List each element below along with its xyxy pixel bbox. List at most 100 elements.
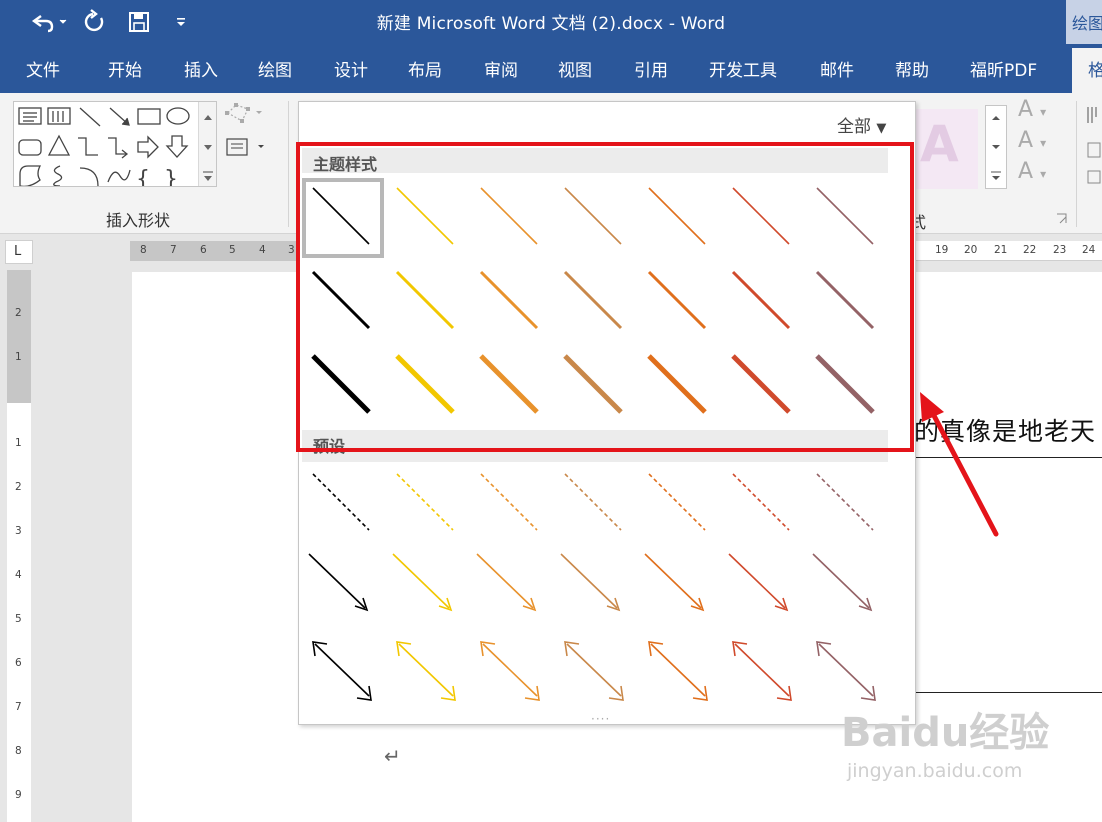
ruler-number: 8 xyxy=(15,745,22,757)
preset-line-style[interactable] xyxy=(727,468,797,538)
preset-line-style[interactable] xyxy=(307,468,377,538)
brace-right-icon: } xyxy=(164,167,178,186)
scroll-arrows-icon xyxy=(991,116,1001,180)
horizontal-ruler-margin xyxy=(130,241,300,261)
ruler-number: 3 xyxy=(15,525,22,537)
preset-line-style[interactable] xyxy=(391,468,461,538)
shapes-gallery-scrollbar[interactable] xyxy=(198,102,216,186)
ruler-number: 20 xyxy=(964,244,978,256)
ruler-number: 23 xyxy=(1053,244,1067,256)
ruler-number: 7 xyxy=(170,244,177,256)
ruler-number: 24 xyxy=(1082,244,1096,256)
ruler-number: 4 xyxy=(15,569,22,581)
group-separator xyxy=(1076,101,1077,227)
down-arrow-shape-icon xyxy=(165,135,189,158)
ruler-number: 1 xyxy=(15,437,22,449)
preset-line-style[interactable] xyxy=(643,468,713,538)
vertical-textbox-shape-icon xyxy=(47,107,71,125)
tab-review[interactable]: 审阅 xyxy=(484,56,518,81)
preset-line-style[interactable] xyxy=(811,638,881,702)
ruler-number: 19 xyxy=(935,244,949,256)
tab-foxit-pdf[interactable]: 福昕PDF xyxy=(970,56,1037,81)
brace-left-icon: { xyxy=(136,167,150,186)
scribble-shape-icon xyxy=(53,165,63,186)
tab-developer[interactable]: 开发工具 xyxy=(709,56,777,81)
vertical-ruler-margin xyxy=(7,270,31,403)
tab-layout[interactable]: 布局 xyxy=(408,56,442,81)
preset-line-style[interactable] xyxy=(559,468,629,538)
tab-file[interactable]: 文件 xyxy=(26,56,60,81)
insert-shapes-group-label: 插入形状 xyxy=(106,211,171,230)
text-fill-button[interactable]: A ▾ xyxy=(1018,97,1046,122)
ruler-number: 9 xyxy=(15,789,22,801)
text-outline-button[interactable]: A ▾ xyxy=(1018,128,1046,153)
wordart-gallery-scrollbar[interactable] xyxy=(985,105,1007,189)
dialog-launcher-icon[interactable] xyxy=(1056,213,1068,225)
preset-line-style[interactable] xyxy=(475,468,545,538)
tab-view[interactable]: 视图 xyxy=(558,56,592,81)
textbox-icon xyxy=(226,138,248,156)
ruler-number: 1 xyxy=(15,351,22,363)
arc-shape-icon xyxy=(79,167,99,186)
preset-line-style[interactable] xyxy=(727,548,797,618)
wordart-preview[interactable]: A xyxy=(916,109,978,189)
ruler-number: 21 xyxy=(994,244,1008,256)
paragraph-mark: ↵ xyxy=(384,744,401,768)
tab-help[interactable]: 帮助 xyxy=(895,56,929,81)
preset-line-style[interactable] xyxy=(559,548,629,618)
text-effects-button[interactable]: A ▾ xyxy=(1018,159,1046,184)
ruler-number: 22 xyxy=(1023,244,1037,256)
watermark-logo: Baidu经验 xyxy=(841,710,1050,756)
horizontal-line-shape[interactable] xyxy=(914,692,1102,693)
annotation-arrow xyxy=(920,392,999,537)
shapes-gallery[interactable]: { } xyxy=(13,101,217,187)
line-shape-icon xyxy=(79,107,101,127)
tab-design[interactable]: 设计 xyxy=(334,56,368,81)
text-direction-icon[interactable] xyxy=(1086,103,1102,189)
preset-line-style[interactable] xyxy=(391,548,461,618)
ruler-number: 4 xyxy=(259,244,266,256)
preset-line-style[interactable] xyxy=(307,548,377,618)
preset-line-style[interactable] xyxy=(811,468,881,538)
preset-line-style[interactable] xyxy=(643,638,713,702)
preset-line-style[interactable] xyxy=(475,548,545,618)
tab-references[interactable]: 引用 xyxy=(634,56,668,81)
gallery-resize-grip[interactable]: ···· xyxy=(591,712,610,726)
ruler-number: 3 xyxy=(288,244,295,256)
highlight-box xyxy=(296,142,914,452)
drawing-tools-context-label: 绘图 xyxy=(1066,0,1102,44)
preset-line-style[interactable] xyxy=(307,638,377,702)
tab-draw[interactable]: 绘图 xyxy=(258,56,292,81)
tab-mailings[interactable]: 邮件 xyxy=(820,56,854,81)
rounded-rect-shape-icon xyxy=(18,139,42,156)
preset-line-style[interactable] xyxy=(559,638,629,702)
baidu-watermark: Baidu经验 jingyan.baidu.com xyxy=(841,700,1049,782)
preset-line-style[interactable] xyxy=(643,548,713,618)
tab-selector[interactable]: L xyxy=(5,240,33,264)
ribbon-tab-bar: 文件 开始 插入 绘图 设计 布局 审阅 视图 引用 开发工具 邮件 帮助 福昕… xyxy=(0,44,1102,93)
tab-home[interactable]: 开始 xyxy=(108,56,142,81)
ruler-number: 5 xyxy=(229,244,236,256)
rectangle-shape-icon xyxy=(137,108,161,125)
ruler-number: 8 xyxy=(140,244,147,256)
watermark-url: jingyan.baidu.com xyxy=(847,760,1023,782)
edit-shape-button[interactable] xyxy=(222,101,266,163)
freeform-shape-icon xyxy=(19,165,42,186)
preset-line-style[interactable] xyxy=(391,638,461,702)
ruler-number: 5 xyxy=(15,613,22,625)
elbow-connector-icon xyxy=(78,137,98,156)
window-title: 新建 Microsoft Word 文档 (2).docx - Word xyxy=(376,14,726,34)
scroll-arrows-icon xyxy=(203,115,213,181)
tab-insert[interactable]: 插入 xyxy=(184,56,218,81)
group-separator xyxy=(288,101,289,227)
text-fill-group: A ▾ A ▾ A ▾ xyxy=(1018,97,1046,184)
ruler-number: 7 xyxy=(15,701,22,713)
preset-line-style[interactable] xyxy=(727,638,797,702)
preset-line-style[interactable] xyxy=(475,638,545,702)
tab-format[interactable]: 格 xyxy=(1072,48,1102,93)
preset-line-style[interactable] xyxy=(811,548,881,618)
ruler-number: 2 xyxy=(15,481,22,493)
ruler-number: 2 xyxy=(15,307,22,319)
title-bar: 新建 Microsoft Word 文档 (2).docx - Word 绘图 xyxy=(0,0,1102,44)
ruler-number: 6 xyxy=(15,657,22,669)
